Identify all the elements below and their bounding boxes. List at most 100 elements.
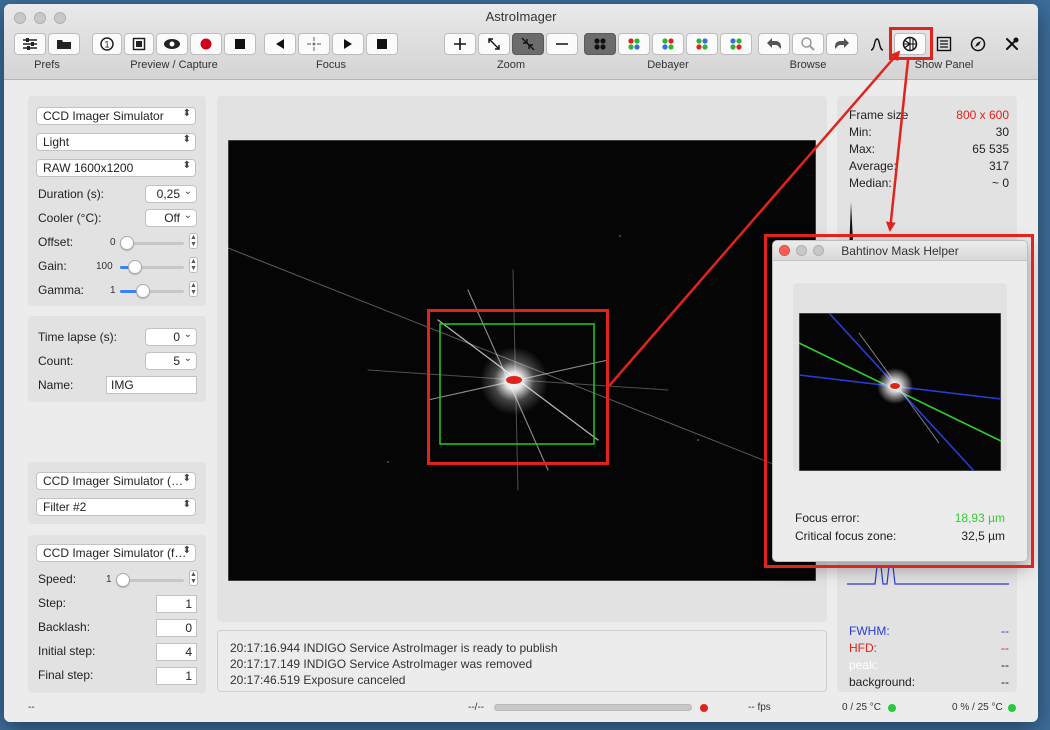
focus-stop-button[interactable] <box>366 33 398 55</box>
wrench-screwdriver-icon <box>1006 37 1019 50</box>
redo-arrow-icon <box>835 38 849 49</box>
focus-out-button[interactable] <box>332 33 364 55</box>
name-field[interactable]: IMG <box>106 376 197 394</box>
wheel-device-select[interactable]: CCD Imager Simulator (… ⬍ <box>36 472 196 490</box>
gain-stepper[interactable]: ▲ ▼ <box>189 257 198 273</box>
debayer-gbrg-button[interactable] <box>686 33 718 55</box>
frame-type-select[interactable]: Light ⬍ <box>36 133 196 151</box>
gain-value: 100 <box>96 261 113 272</box>
final-step-field[interactable]: 1 <box>156 667 197 685</box>
single-preview-button[interactable]: 1 <box>92 33 122 55</box>
browse-search-button[interactable] <box>792 33 824 55</box>
debayer-grbg-button[interactable] <box>652 33 684 55</box>
focus-in-button[interactable] <box>264 33 296 55</box>
camera-device-select[interactable]: CCD Imager Simulator ⬍ <box>36 107 196 125</box>
filter-select[interactable]: Filter #2 ⬍ <box>36 498 196 516</box>
frame-size-value: 800 x 600 <box>956 108 1009 122</box>
filter-value: Filter #2 <box>43 500 87 514</box>
chevron-down-icon: ⌄ <box>183 186 192 197</box>
focus-group-label: Focus <box>316 59 346 71</box>
gamma-slider[interactable] <box>120 284 184 298</box>
count-combo[interactable]: 5 ⌄ <box>145 352 197 370</box>
step-field[interactable]: 1 <box>156 595 197 613</box>
zoom-fit-button[interactable] <box>478 33 510 55</box>
prefs-button[interactable] <box>14 33 46 55</box>
wheel-device-value: CCD Imager Simulator (… <box>43 474 184 488</box>
max-value: 65 535 <box>972 142 1009 156</box>
guider-panel-button[interactable] <box>962 33 994 55</box>
zoom-actual-button[interactable] <box>512 33 544 55</box>
browse-forward-button[interactable] <box>826 33 858 55</box>
cooler-label: Cooler (°C): <box>38 211 102 225</box>
status-left: -- <box>28 702 35 713</box>
focus-center-button[interactable] <box>298 33 330 55</box>
focus-panel-button[interactable] <box>864 33 890 55</box>
max-label: Max: <box>849 142 876 156</box>
capture-button[interactable] <box>190 33 222 55</box>
fwhm-value: -- <box>1001 624 1009 638</box>
compass-icon <box>970 36 986 52</box>
count-label: Count: <box>38 354 74 368</box>
gain-slider[interactable] <box>120 260 184 274</box>
gamma-stepper[interactable]: ▲ ▼ <box>189 281 198 297</box>
show-panel-group-label: Show Panel <box>914 59 974 71</box>
debayer-bggr-button[interactable] <box>720 33 752 55</box>
bayer-rggb-icon <box>628 38 640 50</box>
undo-arrow-icon <box>767 38 781 49</box>
compress-icon <box>521 37 535 51</box>
open-folder-button[interactable] <box>48 33 80 55</box>
offset-stepper[interactable]: ▲ ▼ <box>189 233 198 249</box>
browse-group-label: Browse <box>789 59 827 71</box>
zoom-in-button[interactable] <box>444 33 476 55</box>
bayer-gbrg-icon <box>696 38 708 50</box>
timelapse-combo[interactable]: 0 ⌄ <box>145 328 197 346</box>
debayer-none-button[interactable] <box>584 33 616 55</box>
cooler-combo[interactable]: Off ⌄ <box>145 209 197 227</box>
duration-combo[interactable]: 0,25 ⌄ <box>145 185 197 203</box>
chevron-updown-icon: ⬍ <box>182 108 191 119</box>
debayer-rggb-button[interactable] <box>618 33 650 55</box>
frame-icon <box>132 37 146 51</box>
frame-button[interactable] <box>124 33 154 55</box>
chevron-down-icon: ⌄ <box>183 329 192 340</box>
stop-capture-button[interactable] <box>224 33 256 55</box>
step-label: Step: <box>38 596 67 610</box>
min-label: Min: <box>849 125 872 139</box>
speed-value: 1 <box>106 574 112 585</box>
gain-slider-knob[interactable] <box>128 260 142 274</box>
speed-slider-knob[interactable] <box>116 573 130 587</box>
hfd-value: -- <box>1001 641 1009 655</box>
chevron-updown-icon: ⬍ <box>182 499 191 510</box>
gamma-label: Gamma: <box>38 283 85 297</box>
gamma-slider-knob[interactable] <box>136 284 150 298</box>
timelapse-value: 0 <box>173 330 180 344</box>
sliders-icon <box>23 38 37 50</box>
preview-once-icon: 1 <box>100 37 114 51</box>
log-line-3: 20:17:46.519 Exposure canceled <box>230 673 406 687</box>
browse-back-button[interactable] <box>758 33 790 55</box>
zoom-out-button[interactable] <box>546 33 578 55</box>
hfd-label: HFD: <box>849 641 877 655</box>
tools-panel-button[interactable] <box>996 33 1028 55</box>
minus-icon <box>556 43 568 45</box>
mono-dots-icon <box>594 38 606 50</box>
chevron-down-icon: ⌄ <box>183 210 192 221</box>
initial-step-field[interactable]: 4 <box>156 643 197 661</box>
toolbar: AstroImager Prefs 1 Preview / Capture Fo… <box>4 4 1038 80</box>
focuser-device-select[interactable]: CCD Imager Simulator (f… ⬍ <box>36 544 196 562</box>
camera-mode-select[interactable]: RAW 1600x1200 ⬍ <box>36 159 196 177</box>
camera-device-value: CCD Imager Simulator <box>43 109 164 123</box>
prefs-group-label: Prefs <box>34 59 60 71</box>
live-preview-button[interactable] <box>156 33 188 55</box>
speed-slider[interactable] <box>116 573 184 587</box>
offset-slider[interactable] <box>120 236 184 250</box>
offset-slider-knob[interactable] <box>120 236 134 250</box>
peak-value: -- <box>1001 658 1009 672</box>
backlash-field[interactable]: 0 <box>156 619 197 637</box>
annotation-box-star <box>427 309 609 465</box>
median-value: ~ 0 <box>991 176 1009 190</box>
bell-curve-icon <box>870 38 884 51</box>
log-line-2: 20:17:17.149 INDIGO Service AstroImager … <box>230 657 533 671</box>
list-icon <box>936 36 952 52</box>
speed-stepper[interactable]: ▲ ▼ <box>189 570 198 586</box>
